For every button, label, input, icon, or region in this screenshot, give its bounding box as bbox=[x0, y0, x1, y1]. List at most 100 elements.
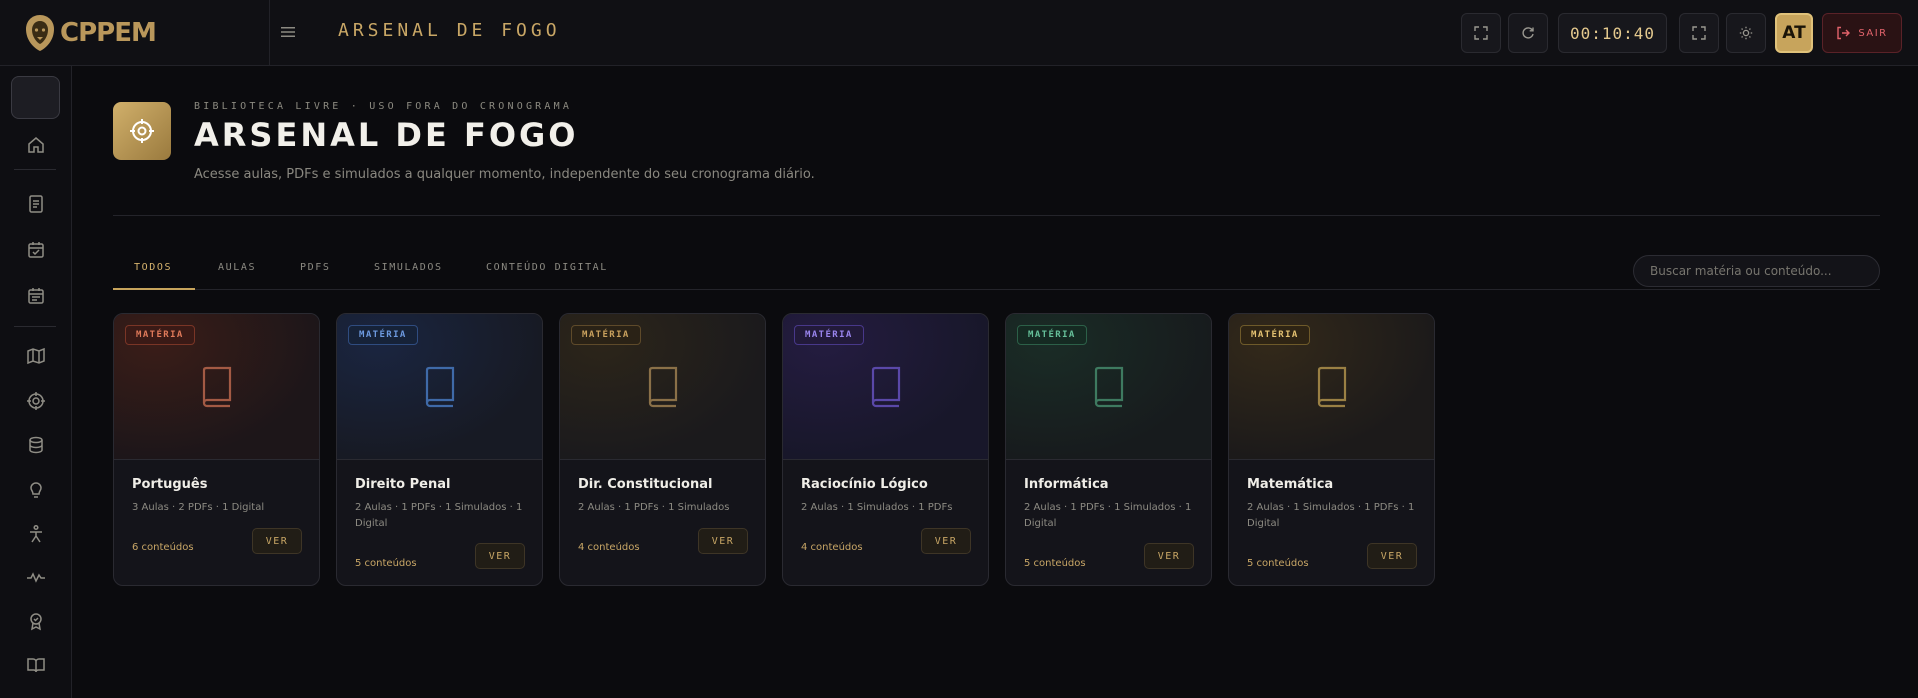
sidebar-item-performance[interactable] bbox=[24, 565, 48, 589]
tab-conteudo-digital[interactable]: CONTEÚDO DIGITAL bbox=[486, 262, 608, 273]
card-badge: MATÉRIA bbox=[571, 325, 641, 345]
view-button[interactable]: VER bbox=[921, 528, 971, 554]
fullscreen-button[interactable] bbox=[1461, 13, 1501, 53]
lion-logo-icon bbox=[26, 15, 54, 51]
brand-name: CPPEM bbox=[60, 18, 157, 48]
book-icon bbox=[1317, 366, 1347, 408]
card-cover: MATÉRIA bbox=[1229, 314, 1434, 460]
tab-simulados[interactable]: SIMULADOS bbox=[374, 262, 443, 273]
sidebar-item-arsenal[interactable] bbox=[24, 389, 48, 413]
expand-icon bbox=[1474, 26, 1488, 40]
target-icon bbox=[130, 119, 154, 143]
sidebar-item-planner[interactable] bbox=[24, 284, 48, 308]
sidebar-item-map[interactable] bbox=[24, 344, 48, 368]
figure-icon bbox=[30, 524, 42, 543]
card-count: 5 conteúdos bbox=[1247, 558, 1309, 569]
brand[interactable]: CPPEM bbox=[0, 0, 270, 66]
database-icon bbox=[29, 436, 43, 454]
home-icon bbox=[28, 137, 44, 153]
card-meta: 2 Aulas · 1 PDFs · 1 Simulados · 1 Digit… bbox=[1024, 502, 1192, 529]
map-icon bbox=[27, 347, 45, 365]
view-button[interactable]: VER bbox=[1367, 543, 1417, 569]
focus-mode-button[interactable] bbox=[1679, 13, 1719, 53]
subject-card-raciocinio-logico[interactable]: MATÉRIA Raciocínio Lógico 2 Aulas · 1 Si… bbox=[782, 313, 989, 586]
logout-icon bbox=[1837, 26, 1851, 40]
card-count: 6 conteúdos bbox=[132, 542, 194, 553]
subject-card-direito-penal[interactable]: MATÉRIA Direito Penal 2 Aulas · 1 PDFs ·… bbox=[336, 313, 543, 586]
user-avatar[interactable]: AT bbox=[1775, 13, 1813, 53]
book-icon bbox=[202, 366, 232, 408]
subject-card-informatica[interactable]: MATÉRIA Informática 2 Aulas · 1 PDFs · 1… bbox=[1005, 313, 1212, 586]
sidebar-item-training[interactable] bbox=[24, 522, 48, 546]
reset-timer-button[interactable] bbox=[1508, 13, 1548, 53]
card-badge: MATÉRIA bbox=[1240, 325, 1310, 345]
expand-icon bbox=[1692, 26, 1706, 40]
card-title: Matemática bbox=[1247, 477, 1334, 492]
hero-target-badge bbox=[113, 102, 171, 160]
book-icon bbox=[871, 366, 901, 408]
sidebar-item-home[interactable] bbox=[24, 133, 48, 157]
sidebar-item-library[interactable] bbox=[24, 653, 48, 677]
subject-card-matematica[interactable]: MATÉRIA Matemática 2 Aulas · 1 Simulados… bbox=[1228, 313, 1435, 586]
timer-value: 00:10:40 bbox=[1569, 23, 1656, 43]
card-badge: MATÉRIA bbox=[1017, 325, 1087, 345]
card-cover: MATÉRIA bbox=[783, 314, 988, 460]
calendar-list-icon bbox=[28, 288, 44, 304]
page-eyebrow: BIBLIOTECA LIVRE · USO FORA DO CRONOGRAM… bbox=[194, 101, 573, 112]
book-icon bbox=[425, 366, 455, 408]
hamburger-icon bbox=[281, 27, 295, 37]
card-meta: 2 Aulas · 1 PDFs · 1 Simulados bbox=[578, 502, 730, 513]
card-meta: 2 Aulas · 1 Simulados · 1 PDFs bbox=[801, 502, 953, 513]
calendar-check-icon bbox=[28, 242, 44, 258]
subject-card-dir-constitucional[interactable]: MATÉRIA Dir. Constitucional 2 Aulas · 1 … bbox=[559, 313, 766, 586]
card-meta: 2 Aulas · 1 Simulados · 1 PDFs · 1 Digit… bbox=[1247, 502, 1415, 529]
card-count: 5 conteúdos bbox=[1024, 558, 1086, 569]
refresh-icon bbox=[1522, 27, 1534, 39]
card-meta: 2 Aulas · 1 PDFs · 1 Simulados · 1 Digit… bbox=[355, 502, 523, 529]
sidebar-item-database[interactable] bbox=[24, 433, 48, 457]
card-cover: MATÉRIA bbox=[560, 314, 765, 460]
activity-icon bbox=[27, 572, 45, 583]
book-icon bbox=[1094, 366, 1124, 408]
search-input[interactable] bbox=[1633, 255, 1880, 287]
page-title: ARSENAL DE FOGO bbox=[194, 116, 579, 154]
tab-todos[interactable]: TODOS bbox=[134, 262, 172, 273]
card-count: 4 conteúdos bbox=[578, 542, 640, 553]
sidebar-item-tips[interactable] bbox=[24, 478, 48, 502]
card-count: 4 conteúdos bbox=[801, 542, 863, 553]
view-button[interactable]: VER bbox=[252, 528, 302, 554]
view-button[interactable]: VER bbox=[698, 528, 748, 554]
card-count: 5 conteúdos bbox=[355, 558, 417, 569]
sidebar bbox=[0, 66, 72, 698]
lightbulb-icon bbox=[30, 482, 42, 498]
tab-pdfs[interactable]: PDFS bbox=[300, 262, 330, 273]
view-button[interactable]: VER bbox=[1144, 543, 1194, 569]
book-icon bbox=[648, 366, 678, 408]
theme-toggle-button[interactable] bbox=[1726, 13, 1766, 53]
active-tab-indicator bbox=[113, 288, 195, 290]
card-cover: MATÉRIA bbox=[337, 314, 542, 460]
view-button[interactable]: VER bbox=[475, 543, 525, 569]
document-icon bbox=[29, 195, 43, 213]
sidebar-toggle[interactable] bbox=[11, 76, 60, 119]
logout-button[interactable]: SAIR bbox=[1822, 13, 1902, 53]
tabs-divider bbox=[113, 289, 1880, 290]
card-title: Raciocínio Lógico bbox=[801, 477, 928, 492]
card-meta: 3 Aulas · 2 PDFs · 1 Digital bbox=[132, 502, 265, 513]
sidebar-item-achievements[interactable] bbox=[24, 609, 48, 633]
sun-icon bbox=[1739, 26, 1753, 40]
sidebar-item-documents[interactable] bbox=[24, 192, 48, 216]
card-cover: MATÉRIA bbox=[114, 314, 319, 460]
tab-aulas[interactable]: AULAS bbox=[218, 262, 256, 273]
target-icon bbox=[27, 392, 45, 410]
timer-display[interactable]: 00:10:40 bbox=[1558, 13, 1667, 53]
sidebar-item-schedule[interactable] bbox=[24, 238, 48, 262]
menu-button[interactable] bbox=[278, 20, 298, 44]
card-cover: MATÉRIA bbox=[1006, 314, 1211, 460]
card-title: Dir. Constitucional bbox=[578, 477, 713, 492]
sidebar-divider bbox=[14, 169, 56, 170]
section-divider bbox=[113, 215, 1880, 216]
subject-card-portugues[interactable]: MATÉRIA Português 3 Aulas · 2 PDFs · 1 D… bbox=[113, 313, 320, 586]
card-badge: MATÉRIA bbox=[348, 325, 418, 345]
card-title: Direito Penal bbox=[355, 477, 451, 492]
